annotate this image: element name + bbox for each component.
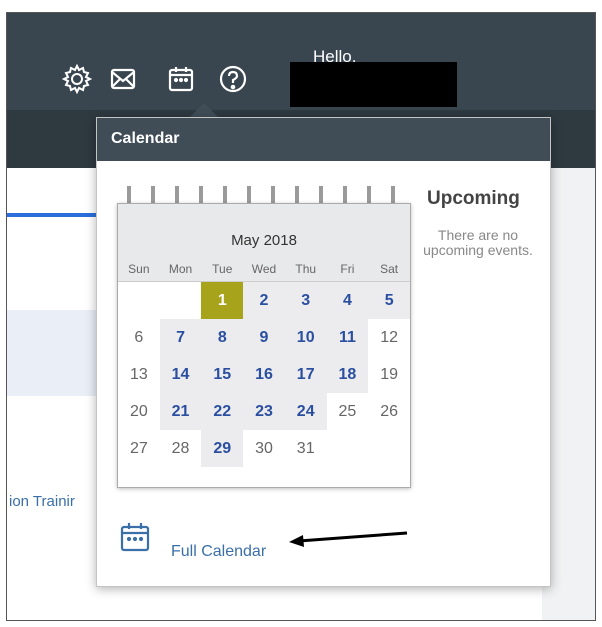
calendar-day[interactable]: 5 [368, 282, 410, 319]
calendar-day[interactable]: 15 [201, 356, 244, 393]
calendar-day[interactable]: 18 [326, 356, 369, 393]
redacted-username [290, 62, 457, 107]
annotation-arrow-icon [289, 531, 408, 547]
calendar-day[interactable]: 29 [201, 430, 244, 467]
calendar-day[interactable]: 4 [326, 282, 369, 319]
weekday-label: Fri [340, 262, 355, 276]
weekday-label: Tue [212, 262, 233, 276]
calendar-day[interactable]: 24 [284, 393, 327, 430]
weekday-label: Wed [251, 262, 277, 276]
calendar-day[interactable]: 9 [243, 319, 285, 356]
calendar-empty-cell [118, 282, 160, 319]
calendar-day[interactable]: 10 [284, 319, 327, 356]
calendar-day[interactable]: 26 [368, 393, 410, 430]
full-calendar-icon[interactable] [119, 521, 151, 553]
calendar-day[interactable]: 22 [201, 393, 244, 430]
calendar-day[interactable]: 6 [118, 319, 160, 356]
calendar-day[interactable]: 13 [118, 356, 160, 393]
calendar-day[interactable]: 30 [243, 430, 285, 467]
mini-calendar: May 2018 Sun Mon Tue Wed Thu Fri Sat 123… [117, 203, 411, 488]
calendar-day-grid: 1 2 3 4 5 6 7 8 9 10 11 12 13 14 15 16 17 18 19 20 21 22 23 24 2… [118, 282, 410, 467]
full-calendar-link[interactable]: Full Calendar [171, 543, 266, 561]
calendar-day[interactable]: 14 [159, 356, 202, 393]
calendar-day[interactable]: 17 [284, 356, 327, 393]
calendar-day[interactable]: 19 [368, 356, 410, 393]
weekday-label: Sat [380, 262, 399, 276]
weekday-label: Sun [128, 262, 150, 276]
calendar-day-today[interactable]: 1 [201, 282, 244, 319]
calendar-icon[interactable] [165, 63, 197, 95]
calendar-day[interactable]: 20 [118, 393, 160, 430]
calendar-day[interactable]: 3 [284, 282, 327, 319]
calendar-day[interactable]: 28 [160, 430, 202, 467]
calendar-day[interactable]: 11 [326, 319, 369, 356]
mail-icon[interactable] [107, 63, 139, 95]
weekday-label: Mon [168, 262, 193, 276]
upcoming-heading: Upcoming [427, 188, 520, 209]
popup-pointer [190, 103, 218, 117]
calendar-day[interactable]: 27 [118, 430, 160, 467]
calendar-month-label: May 2018 [118, 204, 410, 256]
calendar-day[interactable]: 12 [368, 319, 410, 356]
weekday-label: Thu [295, 262, 317, 276]
calendar-day[interactable]: 25 [327, 393, 369, 430]
help-icon[interactable] [217, 63, 249, 95]
upcoming-empty-message: There are no upcoming events. [423, 227, 533, 258]
weekday-header: Sun Mon Tue Wed Thu Fri Sat [118, 256, 410, 282]
calendar-day[interactable]: 16 [243, 356, 285, 393]
settings-icon[interactable] [61, 63, 93, 95]
calendar-day[interactable]: 31 [285, 430, 327, 467]
calendar-day[interactable]: 2 [243, 282, 285, 319]
calendar-day[interactable]: 23 [243, 393, 285, 430]
calendar-popup: Calendar May 2018 Sun Mon Tue Wed Thu Fr… [96, 117, 551, 587]
calendar-day[interactable]: 7 [159, 319, 202, 356]
calendar-day[interactable]: 8 [201, 319, 244, 356]
popup-title: Calendar [97, 118, 550, 161]
calendar-empty-cell [160, 282, 202, 319]
course-link[interactable]: ion Trainir [9, 493, 75, 510]
calendar-day[interactable]: 21 [159, 393, 202, 430]
